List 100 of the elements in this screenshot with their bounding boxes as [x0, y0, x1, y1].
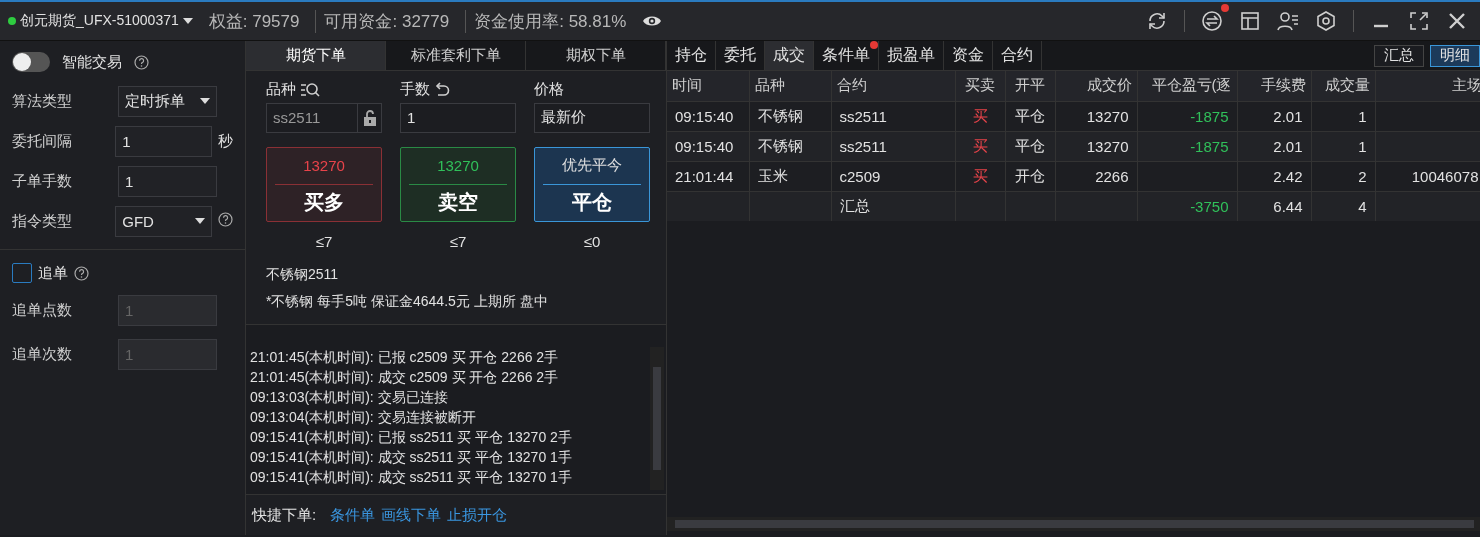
layout-icon[interactable]: [1239, 10, 1261, 32]
table-cell: 13270: [1055, 101, 1137, 131]
account-stat: 可用资金: 32779: [315, 9, 458, 33]
log-line: 09:15:41(本机时间): 已报 ss2511 买 平仓 13270 2手: [250, 428, 573, 448]
dropdown[interactable]: GFD: [115, 205, 212, 237]
help-icon: [74, 265, 89, 281]
column-header[interactable]: 品种: [749, 71, 831, 101]
column-header[interactable]: 成交价: [1055, 71, 1137, 101]
close-position-button[interactable]: 优先平今 平仓: [534, 146, 650, 222]
table-cell: 买: [955, 101, 1005, 131]
field-label: 委托间隔: [12, 131, 73, 151]
input-field[interactable]: 1: [115, 125, 212, 157]
column-header[interactable]: 手续费: [1237, 71, 1311, 101]
table-cell: 21:01:44: [667, 161, 749, 191]
checkbox-label: 追单: [38, 263, 68, 283]
log-line: 09:15:41(本机时间): 成交 ss2511 买 平仓 13270 1手: [250, 448, 573, 468]
transfer-icon[interactable]: [1201, 10, 1223, 32]
log-line: 09:13:04(本机时间): 交易连接被断开: [250, 408, 477, 428]
eye-icon[interactable]: [642, 14, 663, 28]
user-list-icon[interactable]: [1277, 10, 1299, 32]
table-cell: 不锈钢: [749, 101, 831, 131]
help-icon: [134, 54, 149, 70]
unit-label: 秒: [218, 131, 233, 151]
input-field[interactable]: ss2511: [266, 102, 382, 133]
table-cell: -1875: [1137, 101, 1237, 131]
table-cell: 6.44: [1237, 191, 1311, 221]
field-label: 品种: [266, 80, 296, 100]
limit-label: ≤0: [582, 232, 602, 253]
table-cell: 4: [1311, 191, 1375, 221]
table-cell: 2: [1311, 161, 1375, 191]
caret-icon: [182, 18, 193, 24]
quick-order-link[interactable]: 画线下单: [381, 505, 442, 525]
column-header[interactable]: 合约: [831, 71, 955, 101]
column-header[interactable]: 主场: [1375, 71, 1480, 101]
toggle-label: 智能交易: [62, 52, 122, 72]
order-tab[interactable]: 期货下单: [246, 41, 386, 70]
field-label: 追单点数: [12, 300, 73, 320]
contract-name: 不锈钢2511: [266, 265, 340, 285]
checkbox[interactable]: [12, 263, 32, 283]
table-cell: 10046078: [1375, 161, 1480, 191]
field-label: 子单手数: [12, 171, 73, 191]
table-cell: 2.01: [1237, 131, 1311, 161]
buy-button[interactable]: 13270 买多: [266, 146, 382, 222]
dropdown-value: GFD: [122, 212, 154, 230]
account-stat: 资金使用率: 58.81%: [465, 9, 635, 33]
toggle-switch[interactable]: [12, 52, 50, 72]
log-line: 21:01:45(本机时间): 已报 c2509 买 开仓 2266 2手: [250, 348, 560, 368]
column-header[interactable]: 买卖: [955, 71, 1005, 101]
input-field[interactable]: 1: [400, 102, 516, 133]
settings-icon[interactable]: [1315, 10, 1337, 32]
column-header[interactable]: 平仓盈亏(逐: [1137, 71, 1237, 101]
table-cell: 玉米: [749, 161, 831, 191]
table-cell: 1: [1311, 101, 1375, 131]
table-cell: 2266: [1055, 161, 1137, 191]
view-toggle-button[interactable]: 明细: [1429, 44, 1480, 67]
table-cell: 13270: [1055, 131, 1137, 161]
table-cell: ss2511: [831, 101, 955, 131]
table-cell: 买: [955, 161, 1005, 191]
unlock-icon[interactable]: [362, 109, 377, 126]
record-tab[interactable]: 成交: [765, 41, 814, 70]
quick-order-link[interactable]: 止损开仓: [447, 505, 508, 525]
undo-icon[interactable]: [434, 81, 450, 98]
table-cell: -3750: [1137, 191, 1237, 221]
field-label: 手数: [400, 80, 430, 100]
table-cell: 平仓: [1005, 131, 1055, 161]
contract-info: *不锈钢 每手5吨 保证金4644.5元 上期所 盘中: [266, 292, 549, 312]
input-value: ss2511: [273, 109, 321, 127]
log-line: 21:01:45(本机时间): 成交 c2509 买 开仓 2266 2手: [250, 368, 560, 388]
column-header[interactable]: 时间: [667, 71, 749, 101]
quick-order-link[interactable]: 条件单: [330, 505, 376, 525]
dropdown-value: 定时拆单: [125, 91, 185, 111]
dropdown[interactable]: 最新价: [534, 102, 650, 133]
log-line: 09:13:03(本机时间): 交易已连接: [250, 388, 449, 408]
quick-order-label: 快捷下单:: [252, 505, 317, 525]
table-cell: 2.42: [1237, 161, 1311, 191]
field-label: 追单次数: [12, 344, 73, 364]
log-line: 09:15:41(本机时间): 成交 ss2511 买 平仓 13270 1手: [250, 468, 573, 488]
field-label: 指令类型: [12, 211, 73, 231]
maximize-icon[interactable]: [1408, 10, 1430, 32]
input-field[interactable]: 1: [118, 165, 217, 197]
table-cell: c2509: [831, 161, 955, 191]
table-cell: 2.01: [1237, 101, 1311, 131]
scrollbar[interactable]: [650, 347, 664, 491]
scrollbar[interactable]: [667, 517, 1480, 531]
table-cell: 开仓: [1005, 161, 1055, 191]
search-icon[interactable]: [300, 81, 320, 98]
limit-label: ≤7: [314, 232, 334, 253]
caret-icon: [200, 98, 210, 104]
dropdown[interactable]: 定时拆单: [118, 85, 217, 117]
table-cell: -1875: [1137, 131, 1237, 161]
column-header[interactable]: 开平: [1005, 71, 1055, 101]
table-cell: 汇总: [831, 191, 955, 221]
sell-button[interactable]: 13270 卖空: [400, 146, 516, 222]
table-cell: 1: [1311, 131, 1375, 161]
table-cell: 09:15:40: [667, 131, 749, 161]
column-header[interactable]: 成交量: [1311, 71, 1375, 101]
field-label: 价格: [534, 80, 564, 100]
view-toggle-button[interactable]: 汇总: [1373, 44, 1424, 67]
refresh-icon[interactable]: [1146, 10, 1168, 32]
table-cell: 不锈钢: [749, 131, 831, 161]
